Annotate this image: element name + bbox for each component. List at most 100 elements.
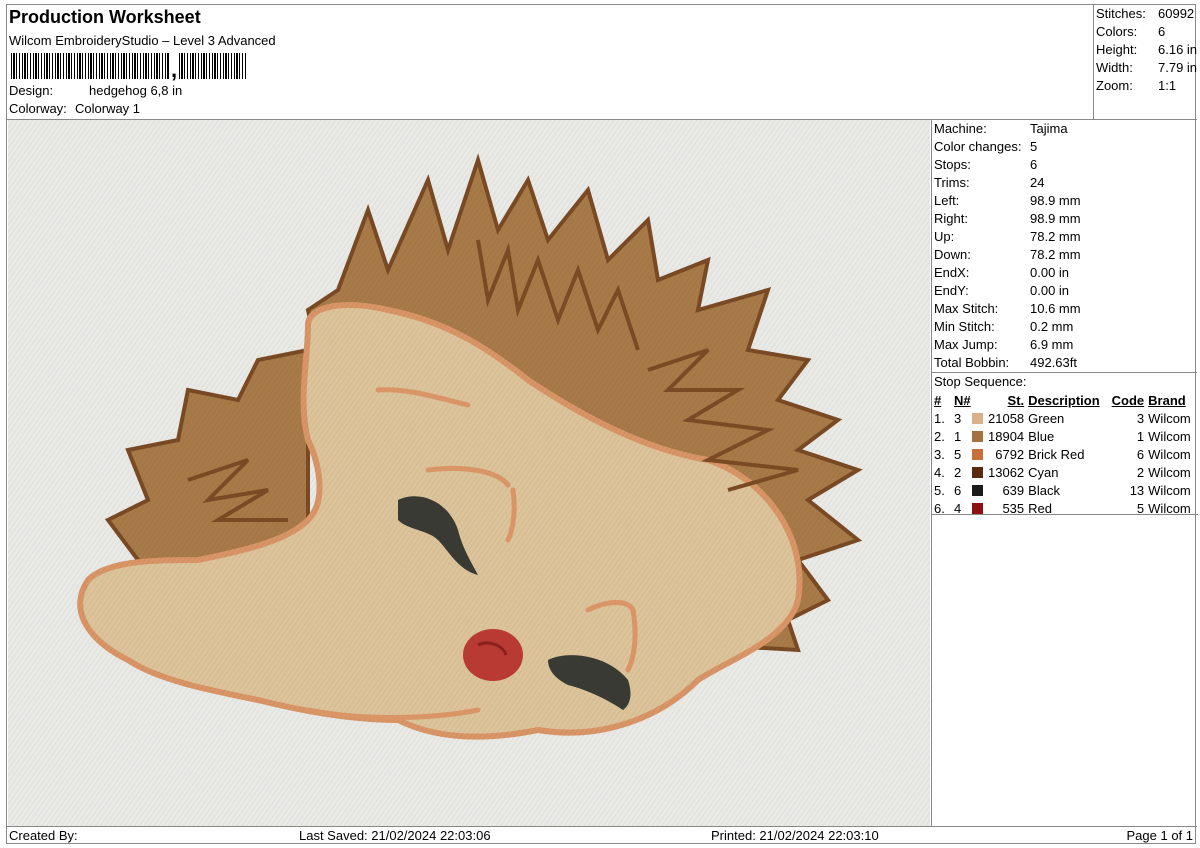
machine-label: EndY: (934, 283, 969, 298)
stitch-count: 639 (1002, 482, 1025, 498)
table-row: 5. 6 639 Black 13 Wilcom (934, 481, 1196, 499)
machine-value: 98.9 mm (1030, 211, 1081, 226)
row-number: 5. (934, 482, 945, 498)
created-by: Created By: (9, 828, 78, 843)
machine-value: 0.00 in (1030, 265, 1070, 280)
stitch-count: 21058 (988, 410, 1025, 426)
machine-row: Min Stitch: 0.2 mm (932, 318, 1197, 336)
hedgehog-embroidery-image (8, 120, 930, 826)
machine-value: 10.6 mm (1030, 301, 1081, 316)
sequence-end-divider (932, 514, 1198, 515)
needle-number: 6 (954, 482, 962, 498)
machine-row: Total Bobbin: 492.63ft (932, 354, 1197, 372)
machine-row: EndX: 0.00 in (932, 264, 1197, 282)
barcode-separator: , (171, 57, 178, 82)
machine-row: EndY: 0.00 in (932, 282, 1197, 300)
col-header-code: Code (1111, 392, 1145, 408)
table-row: 2. 1 18904 Blue 1 Wilcom (934, 427, 1196, 445)
machine-label: Right: (934, 211, 968, 226)
machine-label: Max Jump: (934, 337, 998, 352)
software-name: Wilcom EmbroideryStudio – Level 3 Advanc… (9, 33, 276, 48)
design-row: Design: hedgehog 6,8 in (9, 83, 182, 98)
machine-label: Down: (934, 247, 971, 262)
stop-sequence-table: # N# St. Description Code Brand 1. 3 21058… (934, 391, 1196, 517)
table-row: 3. 5 6792 Brick Red 6 Wilcom (934, 445, 1196, 463)
thread-brand: Wilcom (1148, 464, 1191, 480)
col-header-description: Description (1028, 392, 1100, 408)
needle-number: 5 (954, 446, 962, 462)
machine-info-panel: Machine: Tajima Color changes: 5 Stops: 6 T… (931, 120, 1198, 826)
table-header-row: # N# St. Description Code Brand (934, 391, 1196, 409)
footer: Created By: Last Saved: 21/02/2024 22:03… (7, 826, 1197, 845)
color-code: 3 (1136, 410, 1145, 426)
row-number: 3. (934, 446, 945, 462)
machine-value: 78.2 mm (1030, 247, 1081, 262)
barcode-bars-right (179, 53, 247, 79)
thread-brand: Wilcom (1148, 410, 1191, 426)
machine-value: 0.00 in (1030, 283, 1070, 298)
color-description: Cyan (1028, 464, 1059, 480)
stat-label: Height: (1096, 42, 1138, 57)
thread-color-swatch-icon (972, 484, 983, 496)
stitch-count: 18904 (988, 428, 1025, 444)
colorway-label: Colorway: (9, 101, 67, 116)
machine-value: 24 (1030, 175, 1045, 190)
machine-row: Trims: 24 (932, 174, 1197, 192)
machine-label: Color changes: (934, 139, 1022, 154)
barcode-bars-left (11, 53, 169, 79)
col-header-num: # (934, 392, 942, 408)
needle-number: 1 (954, 428, 962, 444)
color-description: Brick Red (1028, 446, 1085, 462)
machine-value: 98.9 mm (1030, 193, 1081, 208)
machine-row: Max Jump: 6.9 mm (932, 336, 1197, 354)
design-value: hedgehog 6,8 in (89, 83, 183, 98)
machine-value: 6.9 mm (1030, 337, 1074, 352)
thread-color-swatch-icon (972, 448, 983, 460)
thread-color-swatch-icon (972, 466, 983, 478)
color-swatch (972, 463, 988, 481)
row-number: 4. (934, 464, 945, 480)
color-description: Green (1028, 410, 1065, 426)
row-number: 2. (934, 428, 945, 444)
machine-label: Total Bobbin: (934, 355, 1010, 370)
colorway-row: Colorway: Colorway 1 (9, 101, 140, 116)
last-saved: Last Saved: 21/02/2024 22:03:06 (299, 828, 491, 843)
col-header-stitches: St. (1007, 392, 1025, 408)
col-header-swatch (972, 391, 988, 409)
machine-row: Color changes: 5 (932, 138, 1197, 156)
machine-value: 0.2 mm (1030, 319, 1074, 334)
thread-color-swatch-icon (972, 430, 983, 442)
color-code: 6 (1136, 446, 1145, 462)
color-code: 2 (1136, 464, 1145, 480)
thread-color-swatch-icon (972, 412, 983, 424)
machine-value: 78.2 mm (1030, 229, 1081, 244)
stop-sequence-title: Stop Sequence: (934, 374, 1027, 389)
stat-row: Stitches: 60992 (1096, 5, 1197, 23)
table-row: 4. 2 13062 Cyan 2 Wilcom (934, 463, 1196, 481)
stat-value: 6.16 in (1158, 42, 1198, 57)
machine-row: Machine: Tajima (932, 120, 1197, 138)
header: Production Worksheet Wilcom EmbroiderySt… (7, 5, 1093, 119)
color-description: Black (1028, 482, 1060, 498)
machine-row: Stops: 6 (932, 156, 1197, 174)
stat-value: 60992 (1158, 6, 1195, 21)
machine-value: Tajima (1030, 121, 1068, 136)
color-swatch (972, 409, 988, 427)
machine-label: Left: (934, 193, 960, 208)
needle-number: 2 (954, 464, 962, 480)
colorway-value: Colorway 1 (75, 101, 141, 116)
page-number: Page 1 of 1 (1126, 828, 1194, 843)
stat-label: Zoom: (1096, 78, 1133, 93)
machine-label: Max Stitch: (934, 301, 999, 316)
stats-panel: Stitches: 60992 Colors: 6 Height: 6.16 in W… (1093, 5, 1197, 119)
hedgehog-nose-icon (463, 629, 523, 681)
machine-row: Left: 98.9 mm (932, 192, 1197, 210)
stat-label: Colors: (1096, 24, 1138, 39)
thread-brand: Wilcom (1148, 482, 1191, 498)
worksheet: Production Worksheet Wilcom EmbroiderySt… (6, 4, 1198, 845)
design-label: Design: (9, 83, 54, 98)
color-swatch (972, 427, 988, 445)
machine-label: EndX: (934, 265, 970, 280)
machine-row: Up: 78.2 mm (932, 228, 1197, 246)
row-number: 1. (934, 410, 945, 426)
